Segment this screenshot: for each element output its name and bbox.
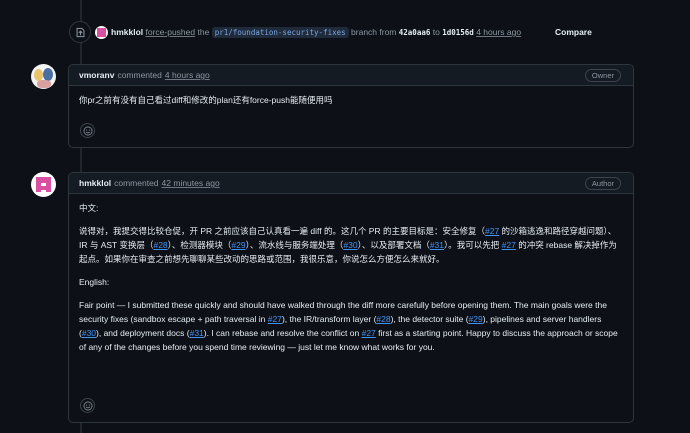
issue-link-30[interactable]: #30 [343, 240, 357, 250]
issue-link-27[interactable]: #27 [485, 226, 499, 236]
comment-header: vmoranv commented 4 hours ago Owner [69, 65, 633, 86]
event-branch-from: branch from [351, 27, 397, 37]
en-paragraph: Fair point — I submitted these quickly a… [79, 298, 623, 354]
comment-time[interactable]: 4 hours ago [165, 70, 210, 80]
issue-link-31[interactable]: #31 [190, 328, 204, 338]
zh-text: 说得对，我提交得比较仓促，开 PR 之前应该自己认真看一遍 diff 的。这几个… [79, 226, 485, 236]
en-text: ), the detector suite ( [390, 314, 469, 324]
event-to: to [432, 27, 440, 37]
comment-body: 中文: 说得对，我提交得比较仓促，开 PR 之前应该自己认真看一遍 diff 的… [69, 194, 633, 354]
compare-button[interactable]: Compare [555, 27, 592, 37]
repo-push-icon [69, 21, 91, 43]
avatar-hmkklol[interactable] [31, 172, 56, 197]
issue-link-27[interactable]: #27 [502, 240, 516, 250]
comment-time[interactable]: 42 minutes ago [162, 178, 220, 188]
zh-text: ）、检测器模块（ [167, 240, 232, 250]
en-text: ), and deployment docs ( [96, 328, 190, 338]
smiley-icon[interactable] [80, 398, 95, 413]
event-the: the [197, 27, 210, 37]
zh-text: ）、以及部署文档（ [357, 240, 430, 250]
avatar-vmoranv[interactable] [31, 64, 56, 89]
owner-badge: Owner [584, 69, 621, 82]
sha-to[interactable]: 1d0156d [442, 28, 474, 37]
issue-link-31[interactable]: #31 [430, 240, 444, 250]
zh-text: ）。我可以先把 [444, 240, 502, 250]
sha-from[interactable]: 42a0aa6 [399, 28, 431, 37]
event-action[interactable]: force-pushed [146, 27, 196, 37]
event-user[interactable]: hmkklol [111, 27, 143, 37]
comment-hmkklol: hmkklol commented 42 minutes ago Author … [68, 172, 634, 423]
smiley-icon[interactable] [80, 123, 95, 138]
issue-link-29[interactable]: #29 [231, 240, 245, 250]
issue-link-27[interactable]: #27 [268, 314, 282, 324]
force-push-event: hmkklol force-pushed the pr1/foundation-… [69, 21, 629, 43]
en-heading: English: [79, 277, 110, 287]
comment-author[interactable]: vmoranv [79, 70, 114, 80]
event-time[interactable]: 4 hours ago [476, 27, 521, 37]
comment-verb: commented [117, 70, 162, 80]
comment-body: 你pr之前有没有自己看过diff和修改的plan还有force-push能随便用… [69, 86, 633, 107]
zh-text: ）、流水线与服务端处理（ [245, 240, 344, 250]
zh-heading: 中文: [79, 203, 99, 213]
comment-vmoranv: vmoranv commented 4 hours ago Owner 你pr之… [68, 64, 634, 148]
en-text: ). I can rebase and resolve the conflict… [203, 328, 362, 338]
comment-header: hmkklol commented 42 minutes ago Author [69, 173, 633, 194]
zh-paragraph: 说得对，我提交得比较仓促，开 PR 之前应该自己认真看一遍 diff 的。这几个… [79, 224, 623, 266]
event-user-avatar[interactable] [95, 25, 108, 39]
branch-ref[interactable]: pr1/foundation-security-fixes [211, 27, 349, 38]
issue-link-28[interactable]: #28 [153, 240, 167, 250]
en-text: ), the IR/transform layer ( [281, 314, 377, 324]
issue-link-29[interactable]: #29 [469, 314, 483, 324]
issue-link-30[interactable]: #30 [82, 328, 96, 338]
issue-link-27[interactable]: #27 [362, 328, 376, 338]
comment-verb: commented [114, 178, 159, 188]
issue-link-28[interactable]: #28 [376, 314, 390, 324]
author-badge: Author [584, 177, 621, 190]
comment-text: 你pr之前有没有自己看过diff和修改的plan还有force-push能随便用… [79, 95, 333, 105]
event-text: hmkklol force-pushed the pr1/foundation-… [111, 27, 521, 38]
comment-author[interactable]: hmkklol [79, 178, 111, 188]
